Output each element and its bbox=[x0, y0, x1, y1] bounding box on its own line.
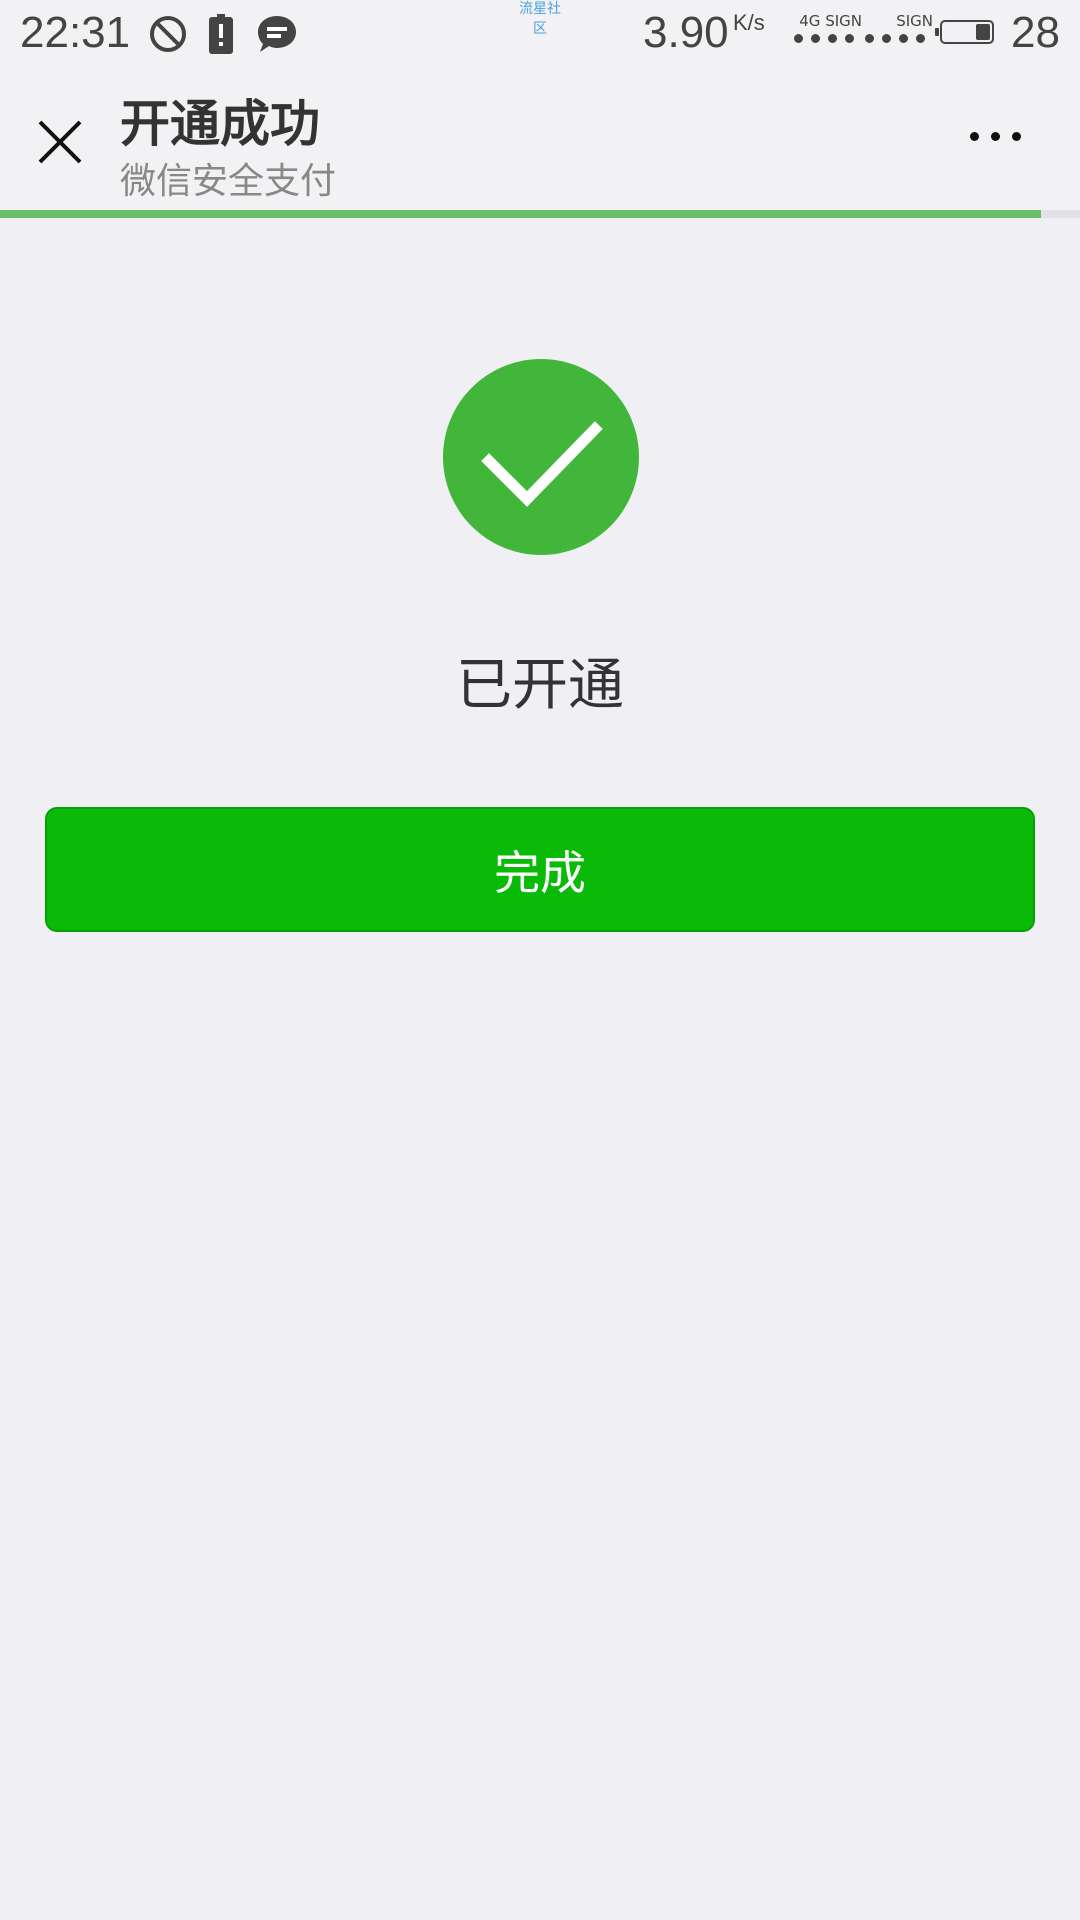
signal-2-dots bbox=[865, 34, 925, 43]
network-speed: 3.90 bbox=[643, 8, 729, 57]
page-load-progress-fill bbox=[0, 210, 1042, 218]
do-not-disturb-icon bbox=[148, 14, 188, 58]
signal-1-dots bbox=[794, 34, 854, 43]
status-bar: 22:31 流星社区 3.90 K/s 4G SIGN SIGN 28 bbox=[0, 0, 1080, 66]
page-title: 开通成功 bbox=[120, 95, 320, 153]
signal-2: SIGN bbox=[865, 12, 933, 52]
network-speed-unit: K/s bbox=[733, 10, 765, 35]
status-time: 22:31 bbox=[20, 8, 131, 57]
battery-icon bbox=[935, 20, 994, 44]
close-button[interactable] bbox=[28, 110, 92, 174]
signal-2-label: SIGN bbox=[896, 12, 933, 30]
more-icon bbox=[969, 131, 1021, 141]
title-bar: 开通成功 微信安全支付 bbox=[0, 66, 1080, 210]
check-circle-icon bbox=[443, 359, 639, 555]
message-icon bbox=[256, 14, 298, 58]
signal-1: 4G SIGN bbox=[794, 12, 862, 52]
page-load-progress bbox=[0, 210, 1080, 218]
page-subtitle: 微信安全支付 bbox=[120, 161, 337, 202]
more-button[interactable] bbox=[955, 116, 1035, 156]
watermark-text: 流星社区 bbox=[519, 1, 561, 37]
battery-level: 28 bbox=[1011, 8, 1060, 57]
done-button[interactable]: 完成 bbox=[45, 807, 1035, 932]
signal-1-label: 4G SIGN bbox=[799, 12, 862, 30]
battery-alert-icon bbox=[209, 14, 233, 58]
status-text: 已开通 bbox=[456, 653, 624, 718]
close-icon bbox=[38, 120, 82, 164]
